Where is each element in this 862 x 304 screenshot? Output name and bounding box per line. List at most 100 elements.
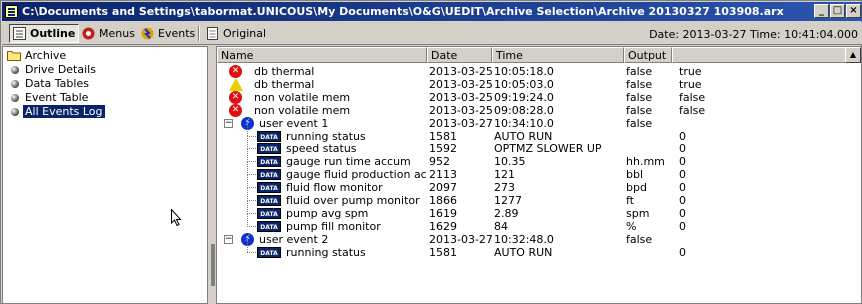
- outline-icon: [13, 27, 26, 40]
- data-icon: DATA: [257, 169, 281, 181]
- cell-value: true: [679, 77, 702, 91]
- cell-output: bpd: [626, 181, 647, 195]
- cell-value: 0: [679, 168, 686, 182]
- menus-label: Menus: [99, 27, 135, 40]
- data-icon: DATA: [257, 130, 281, 142]
- tree-connector: [247, 174, 256, 176]
- cell-date: 1581: [429, 245, 457, 259]
- cell-value: 0: [679, 155, 686, 169]
- title-bar[interactable]: C:\Documents and Settings\tabormat.UNICO…: [2, 2, 862, 21]
- outline-button[interactable]: Outline: [9, 24, 80, 43]
- events-icon: [141, 27, 154, 40]
- cell-date: 2013-03-25: [429, 90, 492, 104]
- cell-output: false: [626, 232, 653, 246]
- original-label: Original: [223, 27, 267, 40]
- data-icon: DATA: [257, 143, 281, 155]
- tree-connector: [247, 175, 248, 188]
- tree-connector: [247, 225, 256, 227]
- cell-output: hh.mm: [626, 155, 665, 169]
- scroll-up-button[interactable]: ▲: [845, 47, 861, 63]
- cell-time: AUTO RUN: [494, 245, 553, 259]
- cell-value: 0: [679, 142, 686, 156]
- tree-item-label: Drive Details: [25, 63, 96, 76]
- cell-date: 1581: [429, 129, 457, 143]
- tree-item-all-events-log[interactable]: All Events Log: [11, 105, 105, 119]
- tree-connector: [247, 212, 256, 214]
- cell-date: 2013-03-25: [429, 77, 492, 91]
- cell-date: 2013-03-27: [429, 232, 492, 246]
- tree-connector: [247, 213, 248, 227]
- tree-connector: [247, 161, 256, 163]
- tree-item-data-tables[interactable]: Data Tables: [11, 77, 89, 91]
- tree-root-label: Archive: [25, 49, 67, 62]
- close-button[interactable]: ×: [846, 4, 861, 18]
- cell-output: bbl: [626, 168, 644, 182]
- bullet-icon: [11, 80, 19, 88]
- cell-time: OPTMZ SLOWER UP: [494, 142, 602, 156]
- cell-date: 2097: [429, 181, 457, 195]
- data-icon: DATA: [257, 207, 281, 219]
- tree-root-archive[interactable]: Archive: [7, 49, 66, 63]
- bullet-icon: [11, 66, 19, 74]
- cell-output: false: [626, 77, 653, 91]
- outline-label: Outline: [30, 27, 76, 40]
- cell-output: %: [626, 219, 637, 233]
- tree-item-event-table[interactable]: Event Table: [11, 91, 88, 105]
- column-header-2[interactable]: Time: [492, 47, 624, 63]
- cell-output: false: [626, 65, 653, 78]
- splitter-grip[interactable]: [211, 244, 215, 286]
- collapse-toggle[interactable]: −: [224, 118, 233, 128]
- column-header-4[interactable]: [672, 47, 861, 63]
- cell-time: 84: [494, 219, 508, 233]
- data-icon: DATA: [257, 195, 281, 206]
- collapse-toggle[interactable]: −: [224, 234, 233, 244]
- cell-output: false: [626, 116, 653, 130]
- cell-value: 0: [679, 129, 686, 143]
- outline-tree[interactable]: Archive Drive Details Data Tables Event …: [2, 46, 208, 304]
- cell-name: gauge run time accum: [286, 155, 411, 169]
- cell-name: non volatile mem: [254, 90, 351, 104]
- column-header-3[interactable]: Output: [624, 47, 672, 63]
- column-header-0[interactable]: Name: [217, 47, 427, 63]
- cell-date: 2013-03-27: [429, 116, 492, 130]
- tree-connector: [247, 200, 248, 214]
- tree-item-drive-details[interactable]: Drive Details: [11, 63, 96, 77]
- menus-button[interactable]: Menus: [78, 24, 139, 43]
- minimize-button[interactable]: _: [814, 4, 829, 18]
- cell-date: 1629: [429, 219, 457, 233]
- cell-name: speed status: [286, 142, 357, 156]
- cell-output: false: [626, 90, 653, 104]
- cell-name: user event 1: [259, 116, 329, 130]
- cell-name: db thermal: [254, 65, 315, 78]
- cell-date: 1592: [429, 142, 457, 156]
- cell-value: 0: [679, 206, 686, 220]
- original-button[interactable]: Original: [202, 24, 270, 43]
- app-window: C:\Documents and Settings\tabormat.UNICO…: [0, 0, 862, 304]
- data-icon: DATA: [257, 220, 281, 232]
- cell-name: running status: [286, 129, 366, 143]
- cell-time: 09:19:24.0: [494, 90, 554, 104]
- cell-value: 0: [679, 194, 686, 207]
- events-button[interactable]: Events: [137, 24, 199, 43]
- cell-time: 09:08:28.0: [494, 103, 554, 117]
- cell-date: 2113: [429, 168, 457, 182]
- cell-time: 273: [494, 181, 515, 195]
- cell-date: 2013-03-25: [429, 103, 492, 117]
- status-date-time: Date: 2013-03-27 Time: 10:41:04.000: [649, 28, 858, 41]
- tree-connector: [247, 239, 248, 253]
- cell-time: 10:34:10.0: [494, 116, 554, 130]
- document-icon: [206, 27, 219, 40]
- column-header-1[interactable]: Date: [427, 47, 492, 63]
- warning-triangle-icon: [229, 77, 243, 91]
- maximize-button[interactable]: □: [830, 4, 845, 18]
- toolbar: Outline Menus Events Original Date: 2013…: [2, 22, 862, 45]
- tree-connector: [247, 188, 248, 201]
- tree-connector: [247, 148, 256, 150]
- cell-time: 10.35: [494, 155, 526, 169]
- cell-time: 2.89: [494, 206, 519, 220]
- cell-name: pump avg spm: [286, 206, 369, 220]
- cell-value: 0: [679, 245, 686, 259]
- tree-item-label: Event Table: [25, 91, 89, 104]
- cell-output: spm: [626, 206, 650, 220]
- events-log-table[interactable]: Name Date Time Output ✕ db thermal 2013-03-25…: [216, 46, 862, 304]
